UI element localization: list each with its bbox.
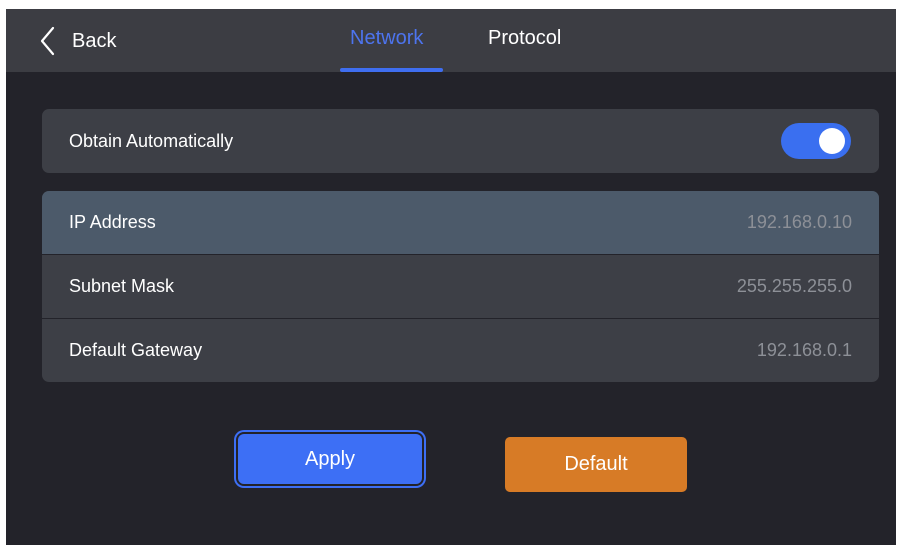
subnet-mask-value: 255.255.255.0: [736, 276, 852, 296]
subnet-mask-label: Subnet Mask: [69, 276, 175, 296]
default-gateway-row[interactable]: Default Gateway 192.168.0.1: [42, 319, 879, 382]
network-settings-screen: Back Network Protocol Obtain Automatical…: [6, 9, 896, 545]
top-bar: Back Network Protocol: [6, 9, 896, 72]
obtain-automatically-label: Obtain Automatically: [69, 131, 234, 151]
tab-protocol[interactable]: Protocol: [488, 27, 561, 50]
toggle-knob: [819, 128, 845, 154]
ip-address-value: 192.168.0.10: [746, 212, 852, 232]
ip-address-label: IP Address: [69, 212, 156, 232]
active-tab-indicator: [340, 68, 443, 72]
obtain-automatically-toggle[interactable]: [781, 123, 851, 159]
back-label: Back: [72, 29, 117, 52]
network-fields-list: IP Address 192.168.0.10 Subnet Mask 255.…: [42, 191, 879, 382]
default-gateway-label: Default Gateway: [69, 340, 203, 360]
ip-address-row[interactable]: IP Address 192.168.0.10: [42, 191, 879, 254]
chevron-left-icon: [40, 26, 55, 56]
tab-network[interactable]: Network: [350, 27, 423, 50]
default-button[interactable]: Default: [505, 437, 687, 492]
default-gateway-value: 192.168.0.1: [756, 340, 852, 360]
obtain-automatically-row: Obtain Automatically: [42, 109, 879, 173]
subnet-mask-row[interactable]: Subnet Mask 255.255.255.0: [42, 255, 879, 318]
apply-button[interactable]: Apply: [238, 434, 422, 484]
back-button[interactable]: Back: [40, 23, 116, 59]
